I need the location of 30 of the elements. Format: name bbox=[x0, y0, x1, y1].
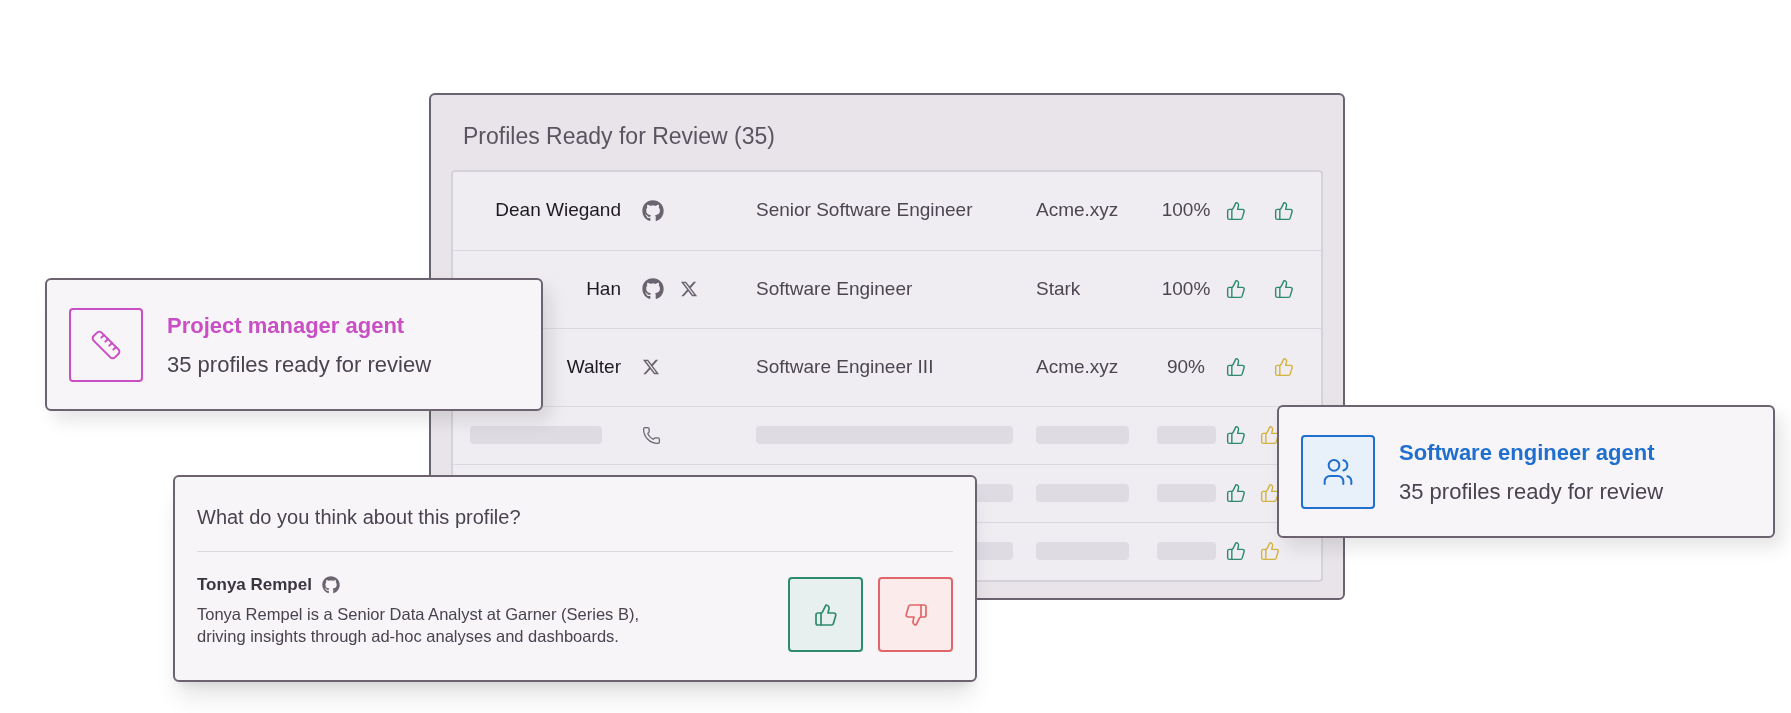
match-percent: 100% bbox=[1161, 276, 1211, 301]
profile-name: Tonya Rempel bbox=[197, 573, 312, 596]
company-name: Stark bbox=[1036, 277, 1081, 299]
thumbs-down-button[interactable] bbox=[878, 577, 953, 652]
job-title: Senior Software Engineer bbox=[756, 199, 973, 221]
candidate-name: Walter bbox=[566, 354, 621, 379]
panel-title: Profiles Ready for Review (35) bbox=[463, 122, 776, 151]
phone-icon bbox=[642, 425, 661, 445]
agent-title: Software engineer agent bbox=[1399, 438, 1656, 467]
x-icon bbox=[680, 280, 698, 298]
github-icon bbox=[321, 575, 340, 594]
thumbs-up-icon bbox=[813, 602, 838, 627]
candidate-name: Dean Wiegand bbox=[495, 198, 621, 223]
job-title: Software Engineer bbox=[756, 277, 913, 299]
candidate-name: Han bbox=[586, 276, 621, 301]
agent-subtitle: 35 profiles ready for review bbox=[167, 350, 432, 379]
thumbs-down-icon bbox=[903, 602, 928, 627]
match-percent: 100% bbox=[1161, 198, 1211, 223]
agent-subtitle: 35 profiles ready for review bbox=[1399, 477, 1664, 506]
github-icon bbox=[642, 278, 664, 300]
thumbs-up-button[interactable] bbox=[788, 577, 863, 652]
company-name: Acme.xyz bbox=[1036, 355, 1119, 377]
x-icon bbox=[642, 358, 660, 376]
feedback-question: What do you think about this profile? bbox=[197, 506, 521, 528]
company-name: Acme.xyz bbox=[1036, 199, 1119, 221]
match-percent: 90% bbox=[1167, 354, 1205, 379]
profile-description: Tonya Rempel is a Senior Data Analyst at Garner (Series B), driving insights through ad-hoc analyses and dashboards. bbox=[197, 604, 641, 648]
job-title: Software Engineer III bbox=[756, 355, 934, 377]
agent-title: Project manager agent bbox=[167, 311, 406, 340]
github-icon bbox=[642, 199, 664, 222]
